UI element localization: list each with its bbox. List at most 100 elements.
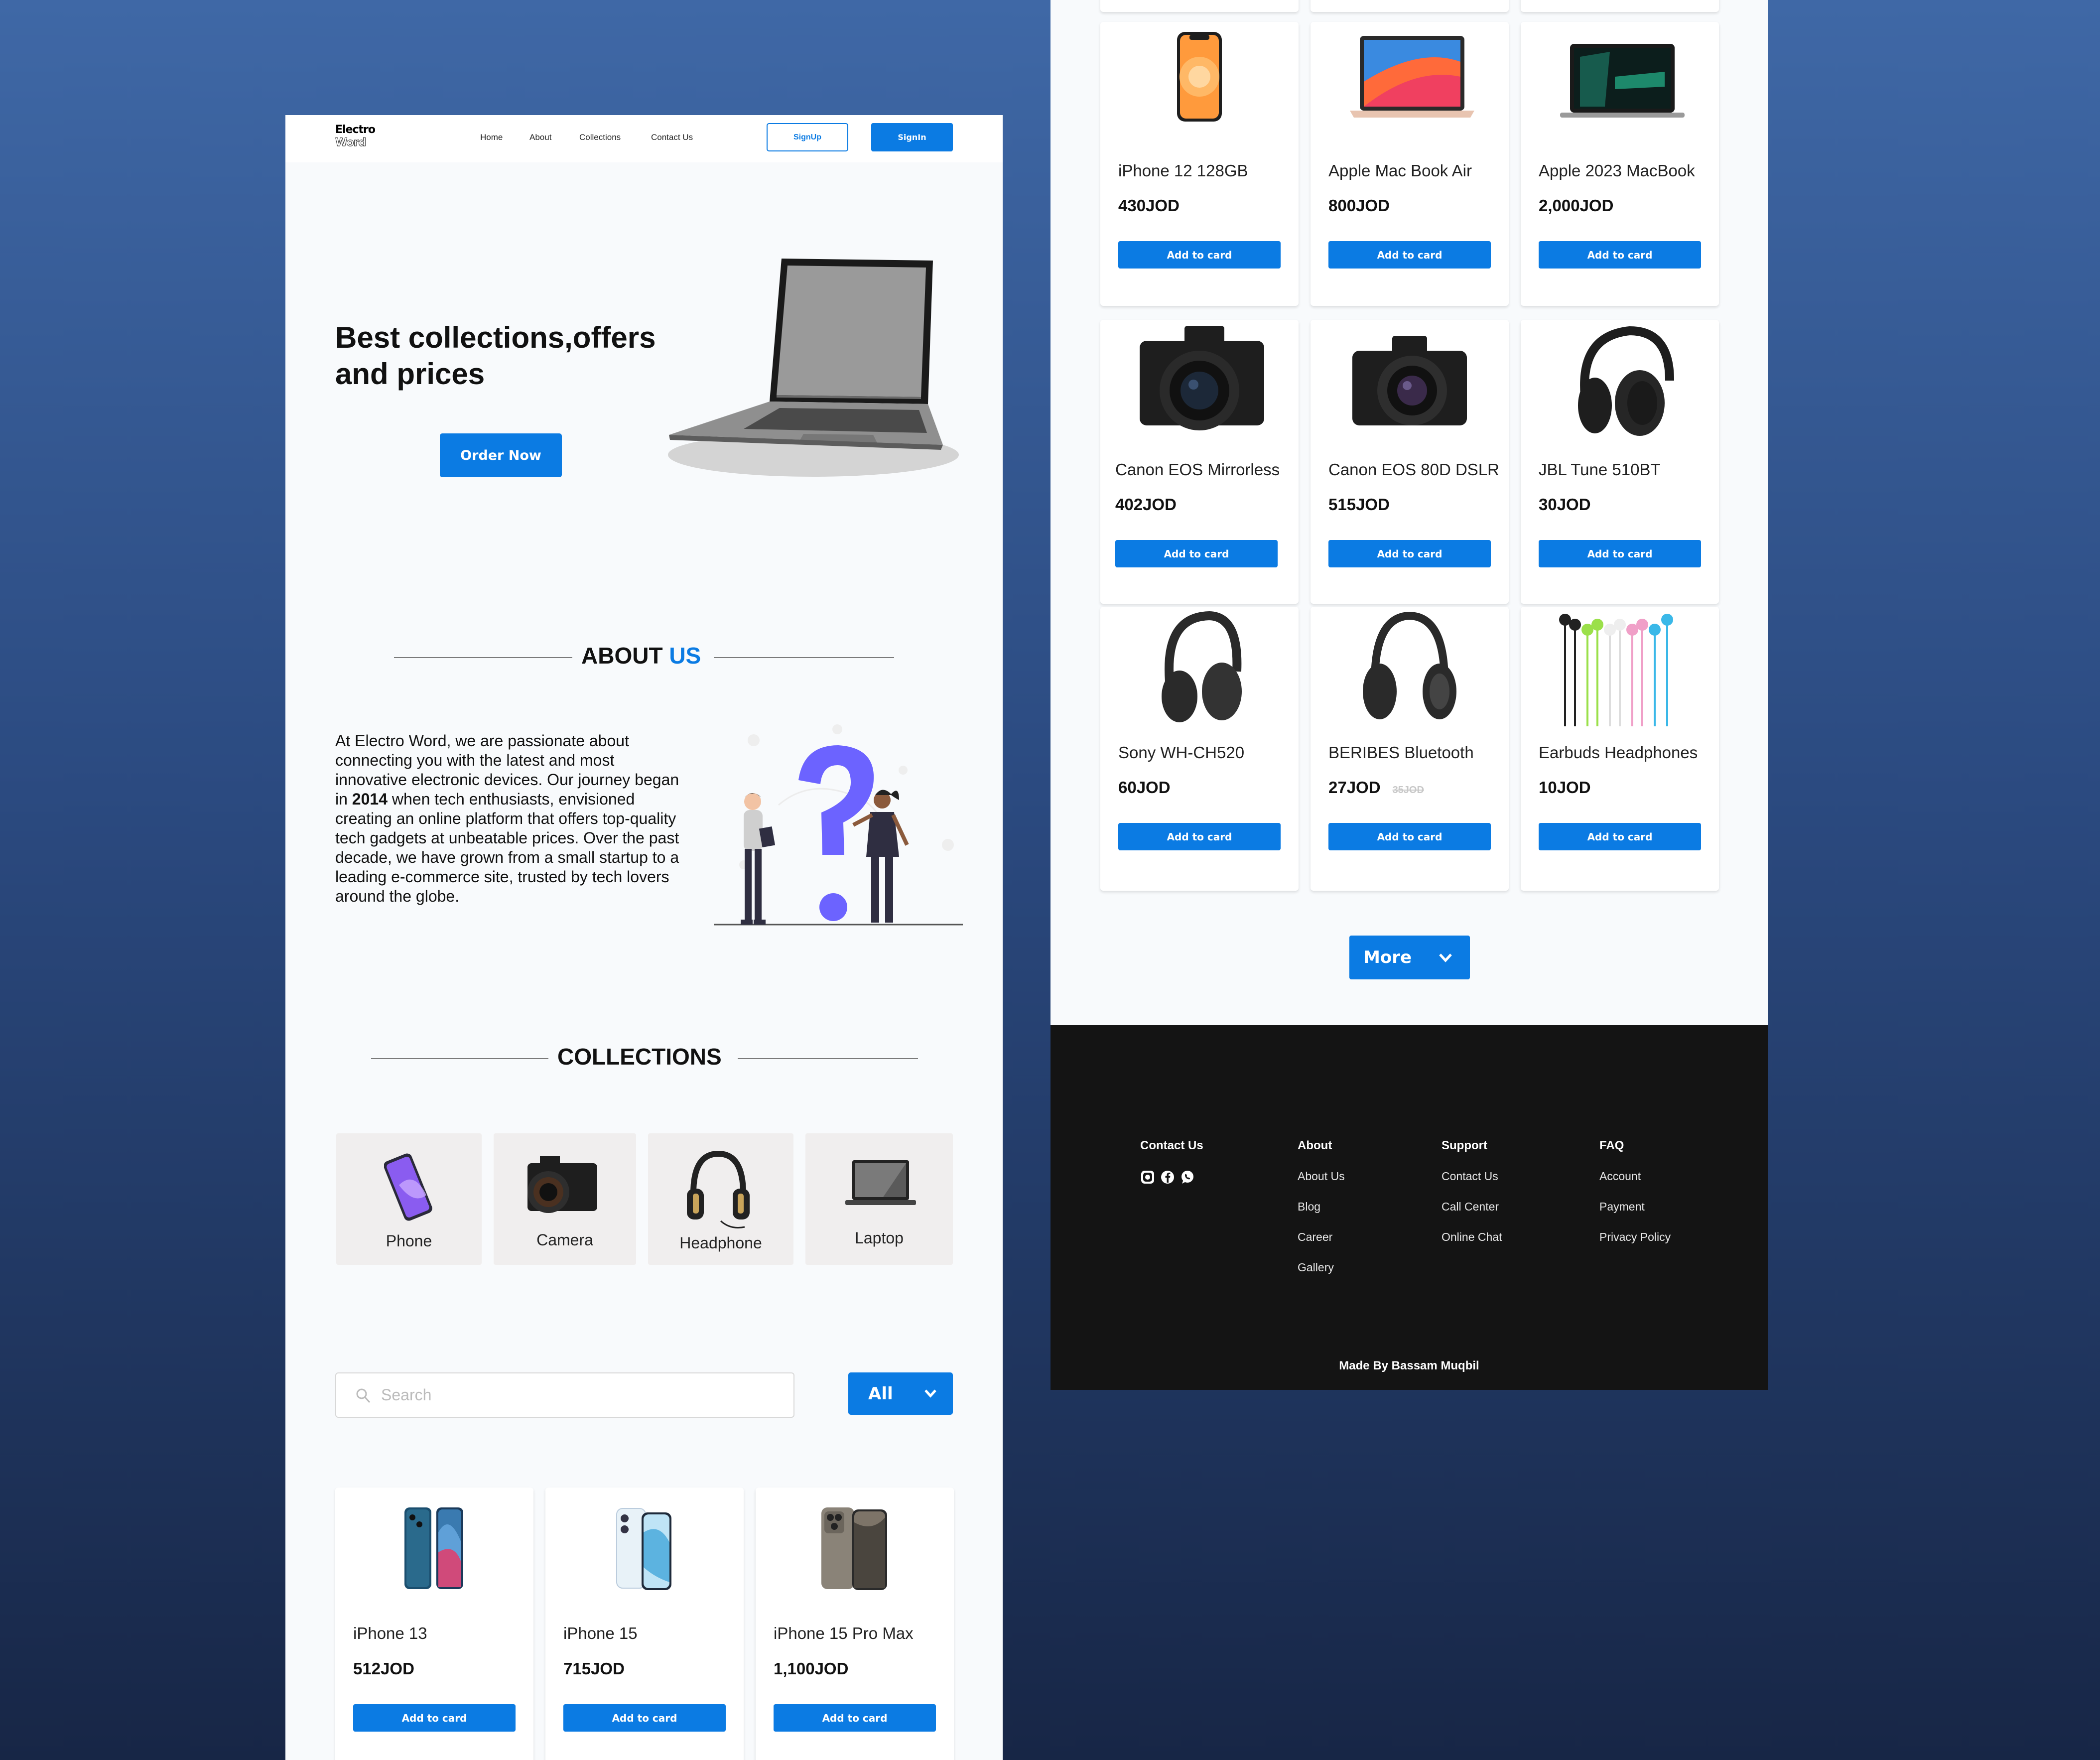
add-to-cart-button[interactable]: Add to card (1328, 823, 1491, 850)
category-headphone[interactable]: Headphone (648, 1133, 793, 1265)
social-icons (1140, 1170, 1195, 1185)
product-card-partial (1100, 0, 1299, 12)
add-to-cart-button[interactable]: Add to card (774, 1704, 936, 1732)
order-now-button[interactable]: Order Now (440, 433, 562, 477)
product-price: 512JOD (353, 1659, 414, 1678)
phone-category-icon (384, 1153, 432, 1221)
nav-about[interactable]: About (529, 133, 551, 142)
product-image-macbook-2023 (1521, 27, 1719, 127)
add-to-cart-button[interactable]: Add to card (1328, 540, 1491, 567)
product-old-price: 35JOD (1392, 785, 1424, 796)
signup-button[interactable]: SignUp (767, 123, 848, 151)
footer: Contact Us About About Us Blog Career Ga… (1050, 1025, 1768, 1390)
add-to-cart-button[interactable]: Add to card (1118, 823, 1281, 850)
category-filter-select[interactable]: All (848, 1372, 953, 1415)
product-card-macbook-air[interactable]: Apple Mac Book Air 800JOD Add to card (1311, 22, 1509, 306)
product-card-iphone-13[interactable]: iPhone 13 512JOD Add to card (335, 1488, 533, 1760)
footer-support-heading: Support (1442, 1139, 1487, 1152)
footer-link-call-center[interactable]: Call Center (1442, 1200, 1499, 1214)
chevron-down-icon (1439, 953, 1452, 962)
category-label-headphone: Headphone (679, 1234, 762, 1252)
add-to-cart-button[interactable]: Add to card (1539, 823, 1701, 850)
landing-page-bottom: iPhone 12 128GB 430JOD Add to card Apple… (1050, 0, 1768, 1025)
logo-line1: Electro (335, 124, 376, 136)
footer-link-account[interactable]: Account (1599, 1170, 1641, 1183)
laptop-hero-image (668, 259, 959, 477)
footer-link-gallery[interactable]: Gallery (1298, 1261, 1334, 1274)
product-name: JBL Tune 510BT (1539, 460, 1661, 479)
product-card-canon-mirrorless[interactable]: Canon EOS Mirrorless 402JOD Add to card (1100, 320, 1299, 604)
footer-contact-heading: Contact Us (1140, 1139, 1203, 1152)
add-to-cart-button[interactable]: Add to card (1539, 540, 1701, 567)
footer-link-about-us[interactable]: About Us (1298, 1170, 1345, 1183)
whatsapp-icon[interactable] (1180, 1170, 1195, 1185)
iphone-15-pro-max-image (821, 1507, 887, 1590)
product-image-iphone-13 (335, 1497, 533, 1597)
nav-contact[interactable]: Contact Us (651, 133, 693, 142)
category-laptop[interactable]: Laptop (805, 1133, 953, 1265)
add-to-cart-button[interactable]: Add to card (1118, 241, 1281, 269)
earbuds-image (1559, 614, 1673, 726)
product-name: Earbuds Headphones (1539, 743, 1698, 762)
footer-link-payment[interactable]: Payment (1599, 1200, 1645, 1214)
logo[interactable]: Electro Word (335, 124, 376, 149)
product-card-sony-wh[interactable]: Sony WH-CH520 60JOD Add to card (1100, 607, 1299, 891)
navbar: Electro Word Home About Collections Cont… (285, 115, 1003, 162)
product-card-beribes[interactable]: BERIBES Bluetooth 27JOD 35JOD Add to card (1311, 607, 1509, 891)
logo-line2: Word (335, 136, 366, 149)
product-image-sony-wh (1100, 607, 1299, 731)
product-name: BERIBES Bluetooth (1328, 743, 1474, 762)
product-name: Canon EOS Mirrorless (1115, 460, 1280, 479)
footer-link-contact-us[interactable]: Contact Us (1442, 1170, 1498, 1183)
about-divider-left (394, 657, 574, 658)
add-to-cart-button[interactable]: Add to card (353, 1704, 516, 1732)
product-price: 27JOD 35JOD (1328, 778, 1424, 797)
product-name: iPhone 15 (563, 1624, 638, 1642)
chevron-down-icon (924, 1389, 936, 1398)
iphone-12-image (1177, 32, 1222, 122)
facebook-icon[interactable] (1160, 1170, 1175, 1185)
footer-link-privacy-policy[interactable]: Privacy Policy (1599, 1230, 1671, 1244)
search-icon (356, 1388, 371, 1403)
footer-link-blog[interactable]: Blog (1298, 1200, 1320, 1214)
product-card-macbook-2023[interactable]: Apple 2023 MacBook 2,000JOD Add to card (1521, 22, 1719, 306)
product-image-canon-mirrorless (1100, 321, 1299, 445)
category-camera[interactable]: Camera (494, 1133, 636, 1265)
product-price: 30JOD (1539, 495, 1591, 514)
footer-link-online-chat[interactable]: Online Chat (1442, 1230, 1502, 1244)
product-card-iphone-15[interactable]: iPhone 15 715JOD Add to card (545, 1488, 744, 1760)
add-to-cart-button[interactable]: Add to card (1115, 540, 1278, 567)
footer-link-career[interactable]: Career (1298, 1230, 1332, 1244)
product-card-partial (1521, 0, 1719, 12)
signin-button[interactable]: SignIn (871, 123, 953, 151)
product-price: 715JOD (563, 1659, 625, 1678)
instagram-icon[interactable] (1140, 1170, 1155, 1185)
product-card-iphone-12[interactable]: iPhone 12 128GB 430JOD Add to card (1100, 22, 1299, 306)
about-text: At Electro Word, we are passionate about… (335, 731, 684, 906)
category-label-laptop: Laptop (855, 1229, 904, 1247)
add-to-cart-button[interactable]: Add to card (563, 1704, 726, 1732)
product-name: Apple 2023 MacBook (1539, 161, 1695, 180)
jbl-tune-image (1578, 326, 1674, 436)
add-to-cart-button[interactable]: Add to card (1328, 241, 1491, 269)
product-card-earbuds[interactable]: Earbuds Headphones 10JOD Add to card (1521, 607, 1719, 891)
nav-home[interactable]: Home (480, 133, 503, 142)
landing-page-top: Electro Word Home About Collections Cont… (285, 115, 1003, 1760)
about-divider-right (714, 657, 894, 658)
about-heading-main: ABOUT (581, 643, 669, 669)
search-input[interactable]: Search (335, 1372, 794, 1418)
product-card-canon-80d[interactable]: Canon EOS 80D DSLR 515JOD Add to card (1311, 320, 1509, 604)
add-to-cart-button[interactable]: Add to card (1539, 241, 1701, 269)
nav-collections[interactable]: Collections (579, 133, 621, 142)
footer-credit: Made By Bassam Muqbil (1339, 1359, 1479, 1372)
more-button[interactable]: More (1349, 936, 1470, 979)
product-card-jbl-tune[interactable]: JBL Tune 510BT 30JOD Add to card (1521, 320, 1719, 604)
product-image-beribes (1311, 607, 1509, 731)
more-label: More (1363, 948, 1412, 967)
product-card-iphone-15-pro-max[interactable]: iPhone 15 Pro Max 1,100JOD Add to card (756, 1488, 954, 1760)
product-name: iPhone 12 128GB (1118, 161, 1248, 180)
camera-category-icon (527, 1156, 597, 1213)
canon-mirrorless-image (1140, 326, 1264, 430)
hero-title-line1: Best collections,offers (335, 321, 656, 354)
category-phone[interactable]: Phone (336, 1133, 482, 1265)
